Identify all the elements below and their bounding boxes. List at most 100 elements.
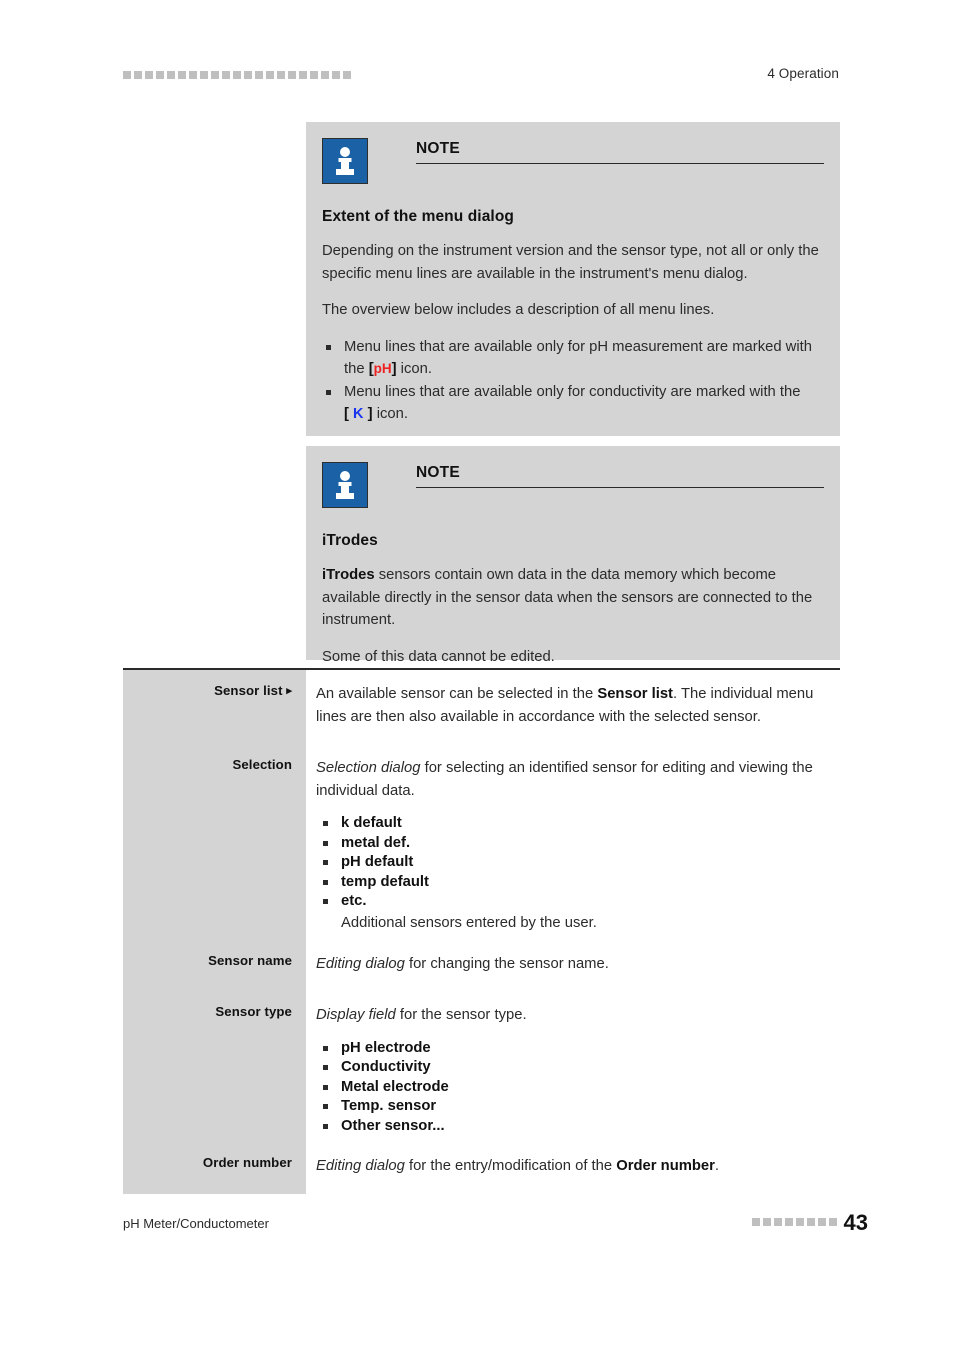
square-bullet-icon	[323, 1045, 328, 1051]
bold-term: Sensor list	[597, 686, 673, 702]
text-after: for changing the sensor name.	[404, 955, 609, 972]
text-before: An available sensor can be selected in t…	[316, 686, 598, 702]
list-item-label: Conductivity	[341, 1059, 431, 1075]
row-value-sensor-name: Editing dialog for changing the sensor n…	[306, 940, 840, 992]
decoration-square	[795, 1217, 804, 1226]
list-item: Other sensor...	[316, 1117, 840, 1137]
decoration-square	[233, 71, 241, 79]
note-paragraph: Depending on the instrument version and …	[322, 243, 819, 282]
decoration-square	[145, 71, 153, 79]
list-item: temp default	[316, 873, 840, 893]
italic-lead: Editing dialog	[316, 1158, 405, 1174]
note-label: NOTE	[416, 140, 460, 157]
bullet-text-before: Menu lines that are available only for c…	[344, 383, 801, 400]
italic-lead: Editing dialog	[316, 955, 405, 972]
table-row: Sensor type Display field for the sensor…	[123, 991, 840, 1142]
document-page: 4 Operation NOTE Extent of the menu dial…	[0, 0, 954, 1350]
table-row: Order number Editing dialog for the entr…	[123, 1142, 840, 1194]
list-item-subnote: Additional sensors entered by the user.	[341, 914, 597, 931]
square-bullet-icon	[323, 1084, 328, 1090]
footer-page-marker: 43	[751, 1210, 868, 1235]
value-paragraph: Display field for the sensor type.	[316, 1004, 840, 1027]
decoration-square	[332, 71, 340, 79]
bullet-text-after: icon.	[372, 406, 408, 422]
footer-decoration-squares	[751, 1217, 837, 1229]
note-body: iTrodes iTrodes sensors contain own data…	[322, 532, 824, 668]
page-number: 43	[843, 1210, 868, 1235]
page-footer: pH Meter/Conductometer 43	[123, 1212, 868, 1240]
note-heading: iTrodes	[322, 532, 378, 549]
k-tag-icon: K	[353, 406, 364, 422]
decoration-square	[156, 71, 164, 79]
table-row: Selection Selection dialog for selecting…	[123, 744, 840, 940]
note-box-itrodes: NOTE iTrodes iTrodes sensors contain own…	[306, 446, 840, 665]
text-after: for the entry/modification of the	[404, 1158, 617, 1174]
value-paragraph: An available sensor can be selected in t…	[316, 683, 840, 738]
italic-lead: Selection dialog	[316, 760, 421, 776]
bracket-close: ]	[363, 406, 373, 422]
decoration-square	[751, 1217, 760, 1226]
list-item-label: Metal electrode	[341, 1078, 449, 1095]
decoration-square	[806, 1217, 815, 1226]
decoration-square	[277, 71, 285, 79]
decoration-square	[167, 71, 175, 79]
italic-lead: Display field	[316, 1007, 396, 1023]
decoration-square	[321, 71, 329, 79]
row-label-order-number: Order number	[123, 1142, 306, 1194]
list-item: k default	[316, 814, 840, 834]
list-item-label: etc.	[341, 893, 367, 909]
square-bullet-icon	[323, 899, 328, 904]
list-item-label: metal def.	[341, 834, 411, 851]
label-text: Sensor list	[214, 683, 283, 698]
square-bullet-icon	[323, 879, 328, 885]
bracket-open: [	[344, 406, 354, 422]
note-paragraph: The overview below includes a descriptio…	[322, 302, 715, 318]
row-value-selection: Selection dialog for selecting an identi…	[306, 744, 840, 940]
header-chapter-title: 4 Operation	[767, 66, 839, 81]
row-value-sensor-list: An available sensor can be selected in t…	[306, 670, 840, 744]
square-bullet-icon	[323, 1065, 328, 1070]
note-bullet-ph: Menu lines that are available only for p…	[322, 336, 824, 381]
text-end: .	[714, 1158, 720, 1174]
square-bullet-icon	[323, 1123, 328, 1129]
row-label-sensor-name: Sensor name	[123, 939, 306, 991]
note-box-extent-of-menu-dialog: NOTE Extent of the menu dialog Depending…	[306, 122, 840, 436]
note-bullet-list: Menu lines that are available only for p…	[322, 336, 824, 426]
note-label: NOTE	[416, 464, 460, 481]
square-bullet-icon	[323, 1104, 328, 1109]
decoration-square	[773, 1217, 782, 1226]
row-value-sensor-type: Display field for the sensor type. pH el…	[306, 991, 840, 1142]
decoration-square	[266, 71, 274, 79]
value-paragraph: Selection dialog for selecting an identi…	[316, 757, 840, 802]
footer-document-title: pH Meter/Conductometer	[123, 1216, 269, 1231]
decoration-square	[343, 71, 351, 79]
square-bullet-icon	[326, 344, 331, 350]
note-body: Extent of the menu dialog Depending on t…	[322, 208, 824, 426]
note-bullet-conductivity: Menu lines that are available only for c…	[322, 381, 824, 426]
paragraph-rest: sensors contain own data in the data mem…	[322, 567, 813, 628]
list-item-label: Other sensor...	[341, 1117, 445, 1134]
note-header: NOTE	[322, 138, 824, 186]
decoration-square	[134, 71, 142, 79]
header-decoration-squares	[123, 71, 351, 79]
decoration-square	[244, 71, 252, 79]
info-icon	[322, 462, 368, 508]
decoration-square	[310, 71, 318, 79]
list-item: pH electrode	[316, 1039, 840, 1059]
value-paragraph: Editing dialog for changing the sensor n…	[316, 953, 840, 986]
row-label-selection: Selection	[123, 744, 306, 940]
square-bullet-icon	[323, 860, 328, 865]
table-row: Sensor name Editing dialog for changing …	[123, 939, 840, 992]
page-header: 4 Operation	[123, 66, 839, 90]
note-paragraph-itrodes: iTrodes sensors contain own data in the …	[322, 564, 824, 632]
menu-lines-table: Sensor list ▸ An available sensor can be…	[123, 670, 840, 1194]
list-item-label: k default	[341, 815, 402, 831]
row-label-sensor-type: Sensor type	[123, 991, 306, 1142]
info-icon	[322, 138, 368, 184]
list-item: Metal electrode	[316, 1078, 840, 1098]
text-after: for the sensor type.	[395, 1007, 527, 1023]
arrow-right-icon: ▸	[286, 685, 292, 697]
list-item: etc. Additional sensors entered by the us…	[316, 892, 840, 934]
list-item-label: pH default	[341, 854, 414, 870]
decoration-square	[211, 71, 219, 79]
